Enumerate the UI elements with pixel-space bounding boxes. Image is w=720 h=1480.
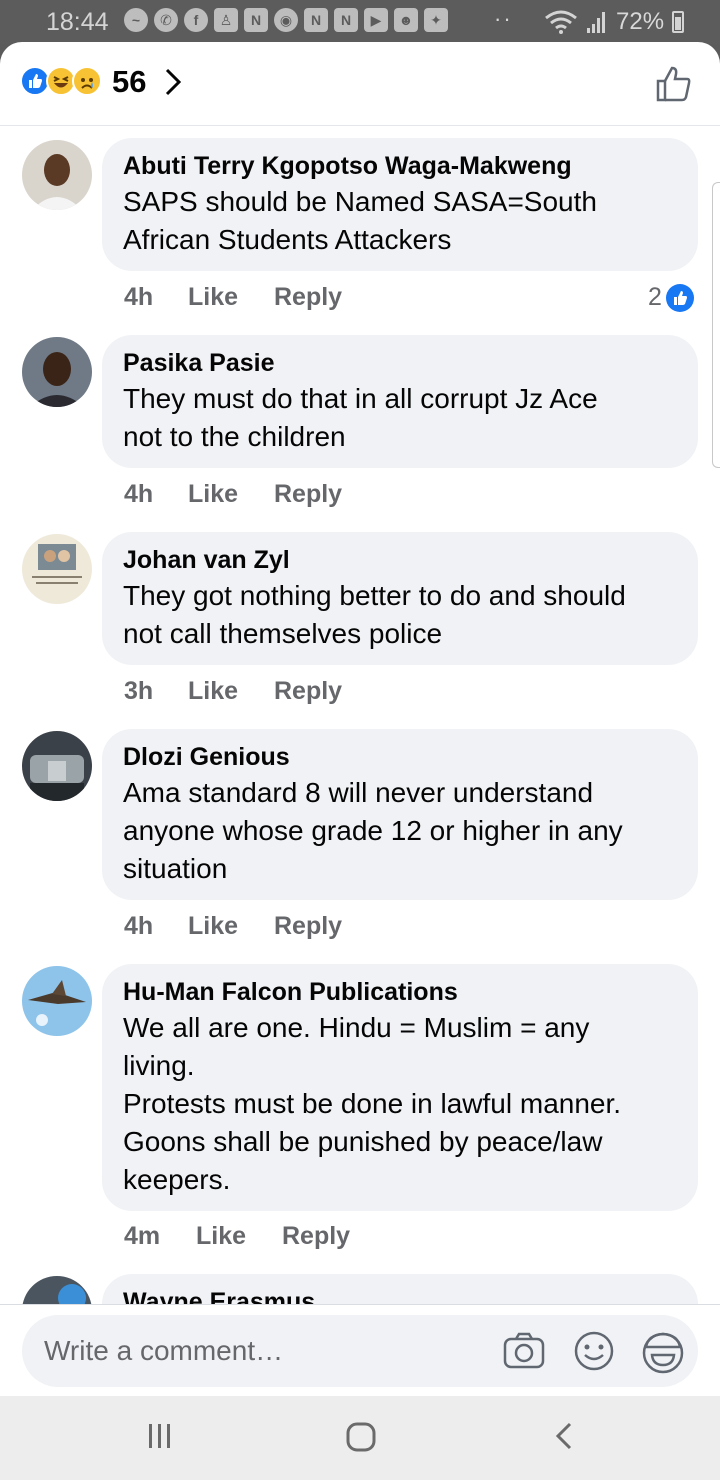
emoji-icon[interactable] <box>572 1329 616 1373</box>
person-icon: ♙ <box>214 8 238 32</box>
battery-percent: 72% <box>616 8 665 35</box>
reaction-count[interactable]: 56 <box>112 64 146 100</box>
whatsapp-icon: ✆ <box>154 8 178 32</box>
avatar[interactable] <box>22 731 92 801</box>
signal-icon <box>587 12 605 33</box>
home-icon[interactable] <box>344 1420 378 1454</box>
comment-line: anyone whose grade 12 or higher in any <box>123 815 623 846</box>
comment-time: 4h <box>124 912 154 940</box>
comment-bubble[interactable]: Dlozi Genious Ama standard 8 will never … <box>102 729 698 900</box>
youtube-icon: ▶ <box>364 8 388 32</box>
comment-bubble[interactable]: Hu-Man Falcon Publications We all are on… <box>102 964 698 1211</box>
comment-author[interactable]: Dlozi Genious <box>123 742 678 772</box>
avatar[interactable] <box>22 337 92 407</box>
comment-line: living. <box>123 1050 195 1081</box>
battery-icon <box>672 11 685 33</box>
comment-text: We all are one. Hindu = Muslim = any liv… <box>123 1009 678 1199</box>
comment-line: They got nothing better to do and should <box>123 580 626 611</box>
status-bar: 18:44 ~ ✆ f ♙ N ◉ N N ▶ ☻ ✦ ·· 72% <box>0 0 720 44</box>
comment-actions: 4m Like Reply <box>124 1222 350 1251</box>
comment-composer: Write a comment… <box>0 1304 720 1396</box>
scrollbar[interactable] <box>712 182 720 468</box>
comment-time: 4h <box>124 480 154 508</box>
comment-actions: 4h Like Reply <box>124 480 342 509</box>
comment-time: 4m <box>124 1222 161 1250</box>
comment-bubble[interactable]: Abuti Terry Kgopotso Waga-Makweng SAPS s… <box>102 138 698 271</box>
like-button[interactable]: Like <box>188 480 274 509</box>
comment-time: 4h <box>124 283 154 311</box>
avatar[interactable] <box>22 966 92 1036</box>
comment-author[interactable]: Johan van Zyl <box>123 545 678 575</box>
comment-bubble[interactable]: Johan van Zyl They got nothing better to… <box>102 532 698 665</box>
comment-input-placeholder: Write a comment… <box>44 1335 284 1366</box>
reaction-number: 2 <box>648 283 662 311</box>
comment-bubble[interactable]: Pasika Pasie They must do that in all co… <box>102 335 698 468</box>
comment-time: 3h <box>124 677 154 705</box>
comment-input[interactable]: Write a comment… <box>22 1315 698 1387</box>
comment-text: Ama standard 8 will never understand any… <box>123 774 678 888</box>
comment-line: They must do that in all corrupt Jz Ace <box>123 383 598 414</box>
comment-actions: 4h Like Reply <box>124 283 342 312</box>
comment-line: We all are one. Hindu = Muslim = any <box>123 1012 590 1043</box>
comment-author[interactable]: Hu-Man Falcon Publications <box>123 977 678 1007</box>
comment-line: African Students Attackers <box>123 224 452 255</box>
comment-line: Ama standard 8 will never understand <box>123 777 594 808</box>
reactions-header[interactable]: 56 <box>0 42 720 126</box>
wifi-icon <box>545 10 577 34</box>
back-icon[interactable] <box>550 1420 580 1452</box>
reaction-icons[interactable] <box>20 66 102 96</box>
like-button[interactable]: Like <box>188 283 274 312</box>
comment-reaction-count[interactable]: 2 <box>648 283 694 312</box>
notification-icons: ~ ✆ f ♙ N ◉ N N ▶ ☻ ✦ <box>124 8 448 32</box>
avatar[interactable] <box>22 534 92 604</box>
status-time: 18:44 <box>46 8 109 36</box>
more-notifications: ·· <box>494 6 513 31</box>
n-icon: N <box>304 8 328 32</box>
like-button[interactable]: Like <box>188 677 274 706</box>
like-button[interactable]: Like <box>188 912 274 941</box>
comment-line: keepers. <box>123 1164 231 1195</box>
reply-button[interactable]: Reply <box>274 912 342 941</box>
avatar[interactable] <box>22 140 92 210</box>
like-icon[interactable] <box>654 64 694 104</box>
sad-reaction-icon <box>72 66 102 96</box>
like-button[interactable]: Like <box>196 1222 282 1251</box>
facebook-icon: f <box>184 8 208 32</box>
reply-button[interactable]: Reply <box>274 283 342 312</box>
comment-text: They must do that in all corrupt Jz Ace … <box>123 380 678 456</box>
comment-line: situation <box>123 853 228 884</box>
comment-line: Protests must be done in lawful manner. <box>123 1088 622 1119</box>
avatar-sticker-icon[interactable] <box>640 1329 686 1375</box>
comment-actions: 4h Like Reply <box>124 912 342 941</box>
comment-line: not to the children <box>123 421 346 452</box>
reply-button[interactable]: Reply <box>274 480 342 509</box>
comment-line: SAPS should be Named SASA=South <box>123 186 597 217</box>
status-right: 72% <box>544 8 685 36</box>
twitter-icon: ✦ <box>424 8 448 32</box>
n-icon: N <box>244 8 268 32</box>
comment-actions: 3h Like Reply <box>124 677 342 706</box>
comment-author[interactable]: Abuti Terry Kgopotso Waga-Makweng <box>123 151 678 181</box>
comment-text: They got nothing better to do and should… <box>123 577 678 653</box>
reply-button[interactable]: Reply <box>274 677 342 706</box>
chevron-right-icon[interactable] <box>162 64 184 100</box>
recent-apps-icon[interactable] <box>144 1420 176 1452</box>
n-icon: N <box>334 8 358 32</box>
comment-line: Goons shall be punished by peace/law <box>123 1126 603 1157</box>
reply-button[interactable]: Reply <box>282 1222 350 1251</box>
comments-sheet: 56 Abuti Terry Kgopotso Waga-Makweng SAP… <box>0 42 720 1396</box>
camera-icon[interactable] <box>502 1329 546 1373</box>
system-nav-bar <box>0 1396 720 1480</box>
snapchat-icon: ☻ <box>394 8 418 32</box>
messenger-icon: ~ <box>124 8 148 32</box>
comment-text: SAPS should be Named SASA=South African … <box>123 183 678 259</box>
comment-line: not call themselves police <box>123 618 443 649</box>
like-reaction-icon <box>665 283 694 312</box>
comment-author[interactable]: Pasika Pasie <box>123 348 678 378</box>
camera-icon: ◉ <box>274 8 298 32</box>
